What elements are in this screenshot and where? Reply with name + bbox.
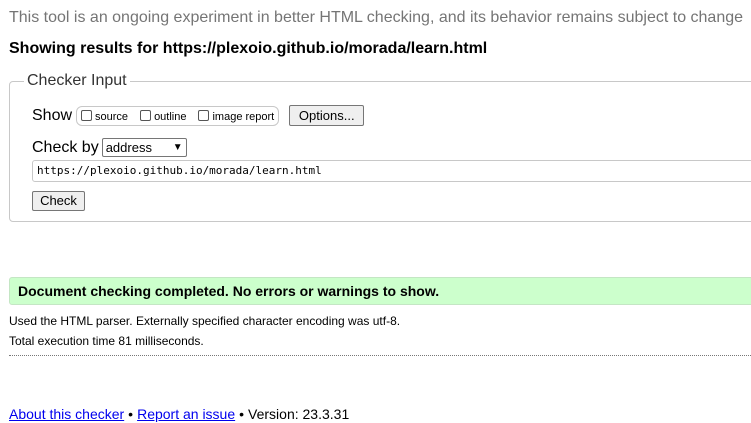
footer: About this checker • Report an issue • Versi…: [9, 406, 349, 422]
results-title: Showing results for https://plexoio.gith…: [9, 40, 488, 57]
chevron-down-icon[interactable]: ▼: [173, 142, 183, 153]
show-image-report-label[interactable]: image report: [212, 111, 274, 123]
divider: [9, 355, 751, 356]
show-source-option[interactable]: source: [81, 110, 128, 123]
check-by-row: Check by address ▼: [32, 138, 187, 157]
show-source-checkbox[interactable]: [81, 110, 93, 121]
show-options-row: Show source outline image report Options…: [32, 105, 365, 126]
parser-note: Used the HTML parser. Externally specifi…: [9, 314, 401, 328]
report-issue-link[interactable]: Report an issue: [137, 406, 235, 422]
checker-input-legend: Checker Input: [27, 72, 127, 89]
show-outline-option[interactable]: outline: [140, 110, 186, 123]
show-outline-checkbox[interactable]: [140, 110, 152, 121]
execution-time: Total execution time 81 milliseconds.: [9, 334, 204, 348]
show-source-label[interactable]: source: [95, 111, 128, 123]
footer-separator: •: [239, 406, 245, 422]
check-by-select[interactable]: address ▼: [101, 138, 187, 157]
success-message: Document checking completed. No errors o…: [9, 277, 751, 305]
footer-separator: •: [128, 406, 134, 422]
show-image-report-checkbox[interactable]: [198, 110, 210, 121]
intro-notice: This tool is an ongoing experiment in be…: [9, 9, 744, 26]
about-checker-link[interactable]: About this checker: [9, 406, 124, 422]
show-options-group: source outline image report: [76, 105, 280, 126]
check-by-selected-value[interactable]: address: [106, 140, 152, 155]
show-label: Show: [32, 106, 73, 124]
show-outline-label[interactable]: outline: [154, 111, 186, 123]
version-text: Version: 23.3.31: [248, 406, 350, 422]
show-image-report-option[interactable]: image report: [198, 110, 274, 123]
options-button[interactable]: Options...: [289, 105, 365, 126]
address-input[interactable]: https://plexoio.github.io/morada/learn.h…: [32, 160, 751, 182]
check-button[interactable]: Check: [32, 191, 85, 211]
check-by-label: Check by: [32, 138, 99, 156]
